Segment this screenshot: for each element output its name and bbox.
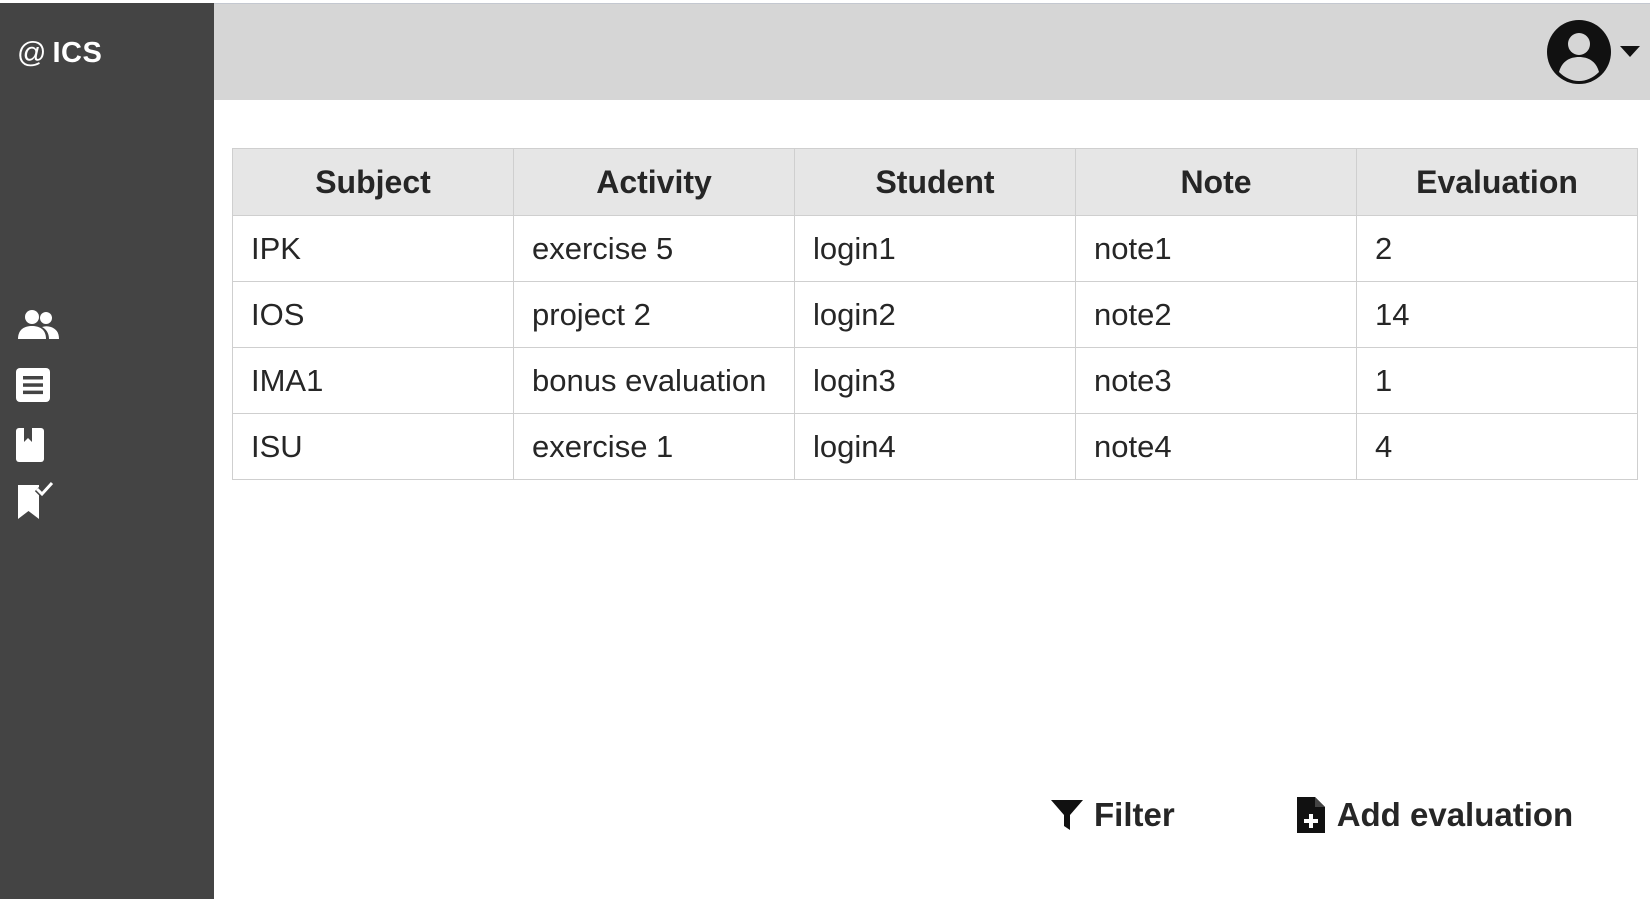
user-circle-icon [1547, 20, 1611, 84]
cell-evaluation: 2 [1356, 215, 1638, 282]
list-icon [16, 368, 50, 402]
column-header-evaluation[interactable]: Evaluation [1356, 148, 1638, 216]
cell-subject: IOS [232, 281, 514, 348]
cell-activity: exercise 1 [513, 413, 795, 480]
cell-note: note1 [1075, 215, 1357, 282]
cell-evaluation: 1 [1356, 347, 1638, 414]
cell-note: note3 [1075, 347, 1357, 414]
users-icon [18, 310, 59, 339]
sidebar: @ ICS [0, 3, 214, 899]
add-evaluation-label: Add evaluation [1336, 796, 1574, 833]
book-icon [16, 428, 44, 462]
cell-note: note4 [1075, 413, 1357, 480]
cell-subject: IPK [232, 215, 514, 282]
column-header-subject[interactable]: Subject [232, 148, 514, 216]
column-header-activity[interactable]: Activity [513, 148, 795, 216]
app-logo[interactable]: @ ICS [17, 37, 102, 70]
sidebar-item-book[interactable] [15, 425, 63, 465]
evaluations-table: Subject Activity Student Note Evaluation… [232, 148, 1638, 480]
cell-activity: exercise 5 [513, 215, 795, 282]
logo-name: ICS [52, 37, 103, 69]
logo-symbol: @ [17, 37, 47, 69]
user-menu[interactable] [1546, 19, 1640, 85]
top-bar [214, 3, 1650, 100]
bookmark-check-icon [18, 481, 55, 519]
caret-down-icon [1620, 46, 1640, 57]
table-header-row: Subject Activity Student Note Evaluation [232, 148, 1638, 216]
column-header-note[interactable]: Note [1075, 148, 1357, 216]
cell-subject: IMA1 [232, 347, 514, 414]
filter-button[interactable]: Filter [1050, 796, 1175, 834]
cell-evaluation: 4 [1356, 413, 1638, 480]
cell-evaluation: 14 [1356, 281, 1638, 348]
table-row[interactable]: IMA1 bonus evaluation login3 note3 1 [232, 347, 1638, 414]
filter-icon [1051, 800, 1083, 830]
sidebar-item-evaluations[interactable] [15, 481, 63, 521]
file-plus-icon [1296, 797, 1325, 833]
cell-student: login4 [794, 413, 1076, 480]
cell-student: login3 [794, 347, 1076, 414]
filter-label: Filter [1094, 796, 1175, 833]
cell-student: login2 [794, 281, 1076, 348]
table-row[interactable]: IPK exercise 5 login1 note1 2 [232, 215, 1638, 282]
sidebar-item-users[interactable] [15, 305, 63, 345]
sidebar-item-list[interactable] [15, 365, 63, 405]
cell-activity: bonus evaluation [513, 347, 795, 414]
add-evaluation-button[interactable]: Add evaluation [1295, 795, 1574, 835]
cell-activity: project 2 [513, 281, 795, 348]
actions-bar: Filter Add evaluation [1050, 795, 1573, 835]
cell-subject: ISU [232, 413, 514, 480]
table-row[interactable]: ISU exercise 1 login4 note4 4 [232, 413, 1638, 480]
column-header-student[interactable]: Student [794, 148, 1076, 216]
cell-student: login1 [794, 215, 1076, 282]
table-row[interactable]: IOS project 2 login2 note2 14 [232, 281, 1638, 348]
cell-note: note2 [1075, 281, 1357, 348]
